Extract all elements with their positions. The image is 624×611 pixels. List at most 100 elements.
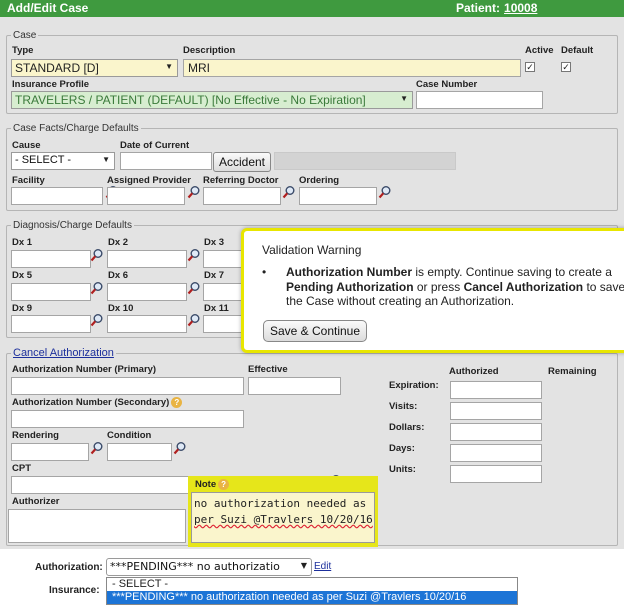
referring-doctor-search-icon[interactable] [282,185,296,199]
dx7-input[interactable] [203,283,243,301]
assigned-provider-label: Assigned Provider [107,175,191,186]
insurance-label: Insurance: [49,585,100,596]
dx11-input[interactable] [203,315,243,333]
ordering-search-icon[interactable] [378,185,392,199]
insurance-profile-select[interactable]: TRAVELERS / PATIENT (DEFAULT) [No Effect… [11,91,413,109]
authorizer-textarea[interactable] [8,509,186,543]
edit-authorization-link[interactable]: Edit [314,561,331,572]
referring-doctor-input[interactable] [203,187,281,205]
ordering-input[interactable] [299,187,377,205]
dx-label: Dx 2 [108,237,129,248]
cancel-authorization-link[interactable]: Cancel Authorization [13,347,114,359]
dialog-title: Add/Edit Case [7,1,89,15]
rendering-label: Rendering [12,430,59,441]
rendering-input[interactable] [11,443,89,461]
authorized-label: Authorized [449,366,499,377]
dx5-input[interactable] [11,283,91,301]
dx2-input[interactable] [107,250,187,268]
units-label: Units: [389,464,416,475]
dx-label: Dx 6 [108,270,129,281]
dropdown-option-pending[interactable]: ***PENDING*** no authorization needed as… [107,591,517,604]
effective-label: Effective [248,364,288,375]
save-continue-button[interactable]: Save & Continue [263,320,367,342]
effective-input[interactable] [248,377,341,395]
remaining-label: Remaining [548,366,597,377]
active-label: Active [525,45,554,56]
dollars-label: Dollars: [389,422,425,433]
dx9-search-icon[interactable] [90,313,104,327]
dropdown-option-select[interactable]: - SELECT - [107,578,517,591]
accident-button[interactable]: Accident [213,152,271,172]
validation-warning-dialog: Validation Warning • Authorization Numbe… [241,228,624,353]
auth-secondary-input[interactable] [11,410,244,428]
patient-indicator: Patient: 10008 [456,1,537,15]
default-checkbox[interactable]: ✓ [561,62,571,72]
expiration-input[interactable] [450,381,542,399]
cause-label: Cause [12,140,41,151]
authorization-dropdown-list[interactable]: - SELECT - ***PENDING*** no authorizatio… [106,577,518,605]
referring-doctor-label: Referring Doctor [203,175,279,186]
type-label: Type [12,45,34,56]
condition-input[interactable] [107,443,172,461]
authorization-select[interactable]: ***PENDING*** no authorizatio ▼ [106,558,312,576]
dx2-search-icon[interactable] [187,248,201,262]
note-label: Note? [195,479,230,490]
expiration-label: Expiration: [389,380,439,391]
days-label: Days: [389,443,415,454]
case-number-label: Case Number [416,79,478,90]
dx-label: Dx 5 [12,270,33,281]
description-input[interactable]: MRI [183,59,521,77]
warning-message: • Authorization Number is empty. Continu… [262,265,624,308]
cpt-label: CPT [12,463,31,474]
dx10-search-icon[interactable] [187,313,201,327]
default-label: Default [561,45,594,56]
visits-input[interactable] [450,402,542,420]
case-legend: Case [13,30,37,41]
ordering-label: Ordering [299,175,340,186]
visits-label: Visits: [389,401,418,412]
dx-label: Dx 11 [204,303,229,314]
auth-primary-input[interactable] [11,377,244,395]
auth-primary-label: Authorization Number (Primary) [12,364,157,375]
condition-search-icon[interactable] [173,441,187,455]
dx1-search-icon[interactable] [90,248,104,262]
note-textarea[interactable]: no authorization needed as per Suzi @Trav… [191,492,375,543]
dx6-search-icon[interactable] [187,281,201,295]
cause-select[interactable]: - SELECT - ▼ [11,152,115,170]
date-of-current-input[interactable] [120,152,212,170]
days-input[interactable] [450,444,542,462]
active-checkbox[interactable]: ✓ [525,62,535,72]
dx1-input[interactable] [11,250,91,268]
dx9-input[interactable] [11,315,91,333]
diagnosis-legend: Diagnosis/Charge Defaults [13,220,132,231]
assigned-provider-input[interactable] [107,187,185,205]
auth-secondary-label: Authorization Number (Secondary)? [12,397,183,408]
authorization-label: Authorization: [35,562,103,573]
title-bar: Add/Edit Case Patient: 10008 [0,0,624,17]
help-icon: ? [171,397,183,408]
assigned-provider-search-icon[interactable] [187,185,201,199]
dx3-input[interactable] [203,250,243,268]
dx-label: Dx 7 [204,270,225,281]
dx-label: Dx 1 [12,237,33,248]
dx5-search-icon[interactable] [90,281,104,295]
type-select[interactable]: STANDARD [D] ▼ [11,59,178,77]
warning-title: Validation Warning [262,243,362,257]
dollars-input[interactable] [450,423,542,441]
note-highlight: Note? no authorization needed as per Suzi… [188,476,378,547]
rendering-search-icon[interactable] [90,441,104,455]
case-facts-legend: Case Facts/Charge Defaults [13,123,139,134]
units-input[interactable] [450,465,542,483]
help-icon: ? [218,479,230,490]
authorizer-label: Authorizer [12,496,60,507]
condition-label: Condition [107,430,152,441]
case-number-input[interactable] [416,91,543,109]
facility-input[interactable] [11,187,103,205]
dx10-input[interactable] [107,315,187,333]
facility-label: Facility [12,175,45,186]
patient-label: Patient: [456,1,501,15]
patient-id-link[interactable]: 10008 [504,1,537,15]
dx-label: Dx 10 [108,303,134,314]
dx-label: Dx 9 [12,303,33,314]
dx6-input[interactable] [107,283,187,301]
